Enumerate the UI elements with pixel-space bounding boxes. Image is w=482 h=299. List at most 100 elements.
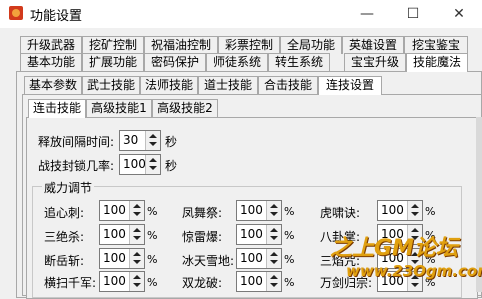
skill-value[interactable]: 100 [240, 203, 263, 217]
skill-label: 断岳斩: [44, 254, 85, 268]
spin-buttons[interactable] [266, 225, 281, 244]
spin-down-icon[interactable] [133, 283, 141, 287]
tab-skill-magic[interactable]: 技能魔法 [406, 53, 468, 72]
skill-label: 横扫千军: [44, 276, 97, 290]
tab-taoist-skills[interactable]: 道士技能 [198, 76, 258, 94]
skill-value[interactable]: 100 [103, 227, 126, 241]
skill-spinner[interactable]: 100 [236, 200, 282, 221]
tab-bless-oil-control[interactable]: 祝福油控制 [144, 36, 218, 54]
spin-buttons[interactable] [129, 201, 144, 220]
spin-up-icon[interactable] [133, 228, 141, 232]
skill-spinner[interactable]: 100 [99, 224, 145, 245]
tab-global-function[interactable]: 全局功能 [280, 36, 342, 54]
skill-value[interactable]: 100 [103, 251, 126, 265]
spin-down-icon[interactable] [270, 236, 278, 240]
tab-warrior-skills[interactable]: 武士技能 [82, 76, 140, 94]
spin-down-icon[interactable] [411, 283, 419, 287]
skill-spinner[interactable]: 100 [236, 248, 282, 269]
chain-lock-unit: 秒 [165, 159, 178, 173]
chain-lock-label: 战技封锁几率: [38, 159, 115, 173]
skill-label: 冰天雪地: [182, 254, 235, 268]
percent-unit: % [284, 276, 295, 289]
spin-down-icon[interactable] [133, 236, 141, 240]
skill-spinner[interactable]: 100 [236, 271, 282, 292]
tab-master-apprentice[interactable]: 师徒系统 [206, 53, 268, 71]
spin-buttons[interactable] [407, 201, 422, 220]
percent-unit: % [147, 253, 158, 266]
spin-buttons[interactable] [266, 249, 281, 268]
tab-rebirth-system[interactable]: 转生系统 [268, 53, 330, 71]
skill-value[interactable]: 100 [240, 274, 263, 288]
skill-spinner[interactable]: 100 [99, 271, 145, 292]
maximize-button[interactable]: ☐ [390, 0, 436, 28]
skill-value[interactable]: 100 [240, 227, 263, 241]
interval-spinner[interactable]: 30 [119, 130, 161, 151]
skill-value[interactable]: 100 [103, 274, 126, 288]
skill-spinner[interactable]: 100 [377, 200, 423, 221]
tab-mage-skills[interactable]: 法师技能 [140, 76, 198, 94]
spin-up-icon[interactable] [270, 228, 278, 232]
spin-buttons[interactable] [266, 272, 281, 291]
spin-up-icon[interactable] [133, 252, 141, 256]
percent-unit: % [284, 229, 295, 242]
tab-lottery-control[interactable]: 彩票控制 [218, 36, 280, 54]
tab-advanced-skills-2[interactable]: 高级技能2 [152, 99, 218, 117]
title-bar: 功能设置 — ☐ ✕ [0, 0, 482, 28]
skill-spinner[interactable]: 100 [236, 224, 282, 245]
skill-value[interactable]: 100 [103, 203, 126, 217]
interval-spin-buttons[interactable] [145, 131, 160, 150]
main-tabs-row2: 基本功能 扩展功能 密码保护 师徒系统 转生系统 宝宝升级 技能魔法 [0, 53, 482, 72]
spin-up-icon[interactable] [411, 204, 419, 208]
spin-up-icon[interactable] [270, 252, 278, 256]
tab-hero-settings[interactable]: 英雄设置 [342, 36, 404, 54]
spin-buttons[interactable] [129, 272, 144, 291]
interval-unit: 秒 [165, 135, 178, 149]
chain-lock-spinner[interactable]: 100 [119, 154, 161, 175]
spin-buttons[interactable] [266, 201, 281, 220]
skill-label: 追心刺: [44, 206, 85, 220]
spin-down-icon[interactable] [149, 142, 157, 146]
tab-password-protect[interactable]: 密码保护 [144, 53, 206, 71]
tab-mining-control[interactable]: 挖矿控制 [82, 36, 144, 54]
spin-up-icon[interactable] [133, 204, 141, 208]
spin-buttons[interactable] [129, 249, 144, 268]
chain-lock-value[interactable]: 100 [123, 157, 146, 171]
chain-lock-spin-buttons[interactable] [145, 155, 160, 174]
app-icon [9, 6, 23, 20]
tab-treasure-appraise[interactable]: 挖宝鉴宝 [404, 36, 468, 54]
skill-value[interactable]: 100 [381, 203, 404, 217]
spin-down-icon[interactable] [411, 212, 419, 216]
percent-unit: % [147, 229, 158, 242]
close-button[interactable]: ✕ [436, 0, 482, 28]
spin-down-icon[interactable] [133, 260, 141, 264]
minimize-button[interactable]: — [344, 0, 390, 28]
spin-down-icon[interactable] [133, 212, 141, 216]
spin-up-icon[interactable] [149, 158, 157, 162]
skill-spinner[interactable]: 100 [99, 200, 145, 221]
spin-down-icon[interactable] [270, 283, 278, 287]
spin-down-icon[interactable] [270, 212, 278, 216]
spin-down-icon[interactable] [149, 166, 157, 170]
spin-up-icon[interactable] [270, 204, 278, 208]
spin-up-icon[interactable] [270, 275, 278, 279]
percent-unit: % [147, 205, 158, 218]
tab-advanced-skills-1[interactable]: 高级技能1 [86, 99, 152, 117]
tab-basic-params[interactable]: 基本参数 [24, 76, 82, 94]
spin-down-icon[interactable] [270, 260, 278, 264]
spin-buttons[interactable] [129, 225, 144, 244]
skill-value[interactable]: 100 [240, 251, 263, 265]
spin-up-icon[interactable] [133, 275, 141, 279]
tab-upgrade-weapon[interactable]: 升级武器 [20, 36, 82, 54]
tab-basic-function[interactable]: 基本功能 [20, 53, 82, 71]
main-tabs-row1: 升级武器 挖矿控制 祝福油控制 彩票控制 全局功能 英雄设置 挖宝鉴宝 [0, 36, 482, 54]
tab-pet-upgrade[interactable]: 宝宝升级 [344, 53, 406, 71]
tab-chain-settings[interactable]: 连技设置 [318, 76, 382, 95]
percent-unit: % [425, 205, 436, 218]
window-title: 功能设置 [30, 9, 83, 24]
tab-combo-skills[interactable]: 合击技能 [258, 76, 318, 94]
spin-up-icon[interactable] [149, 134, 157, 138]
tab-chain-skills[interactable]: 连击技能 [28, 99, 86, 118]
skill-spinner[interactable]: 100 [99, 248, 145, 269]
tab-extended-function[interactable]: 扩展功能 [82, 53, 144, 71]
interval-value[interactable]: 30 [123, 133, 138, 147]
